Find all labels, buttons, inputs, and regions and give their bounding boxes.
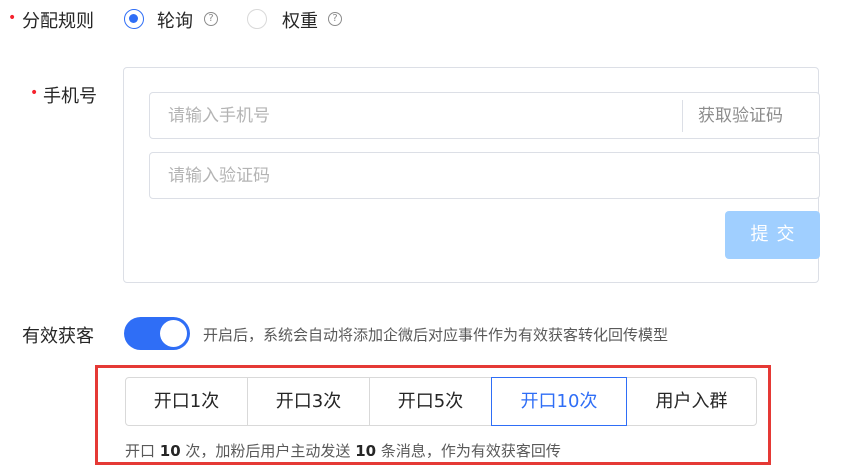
distribution-rule-label: 分配规则 [22,11,94,32]
radio-weight[interactable] [247,9,267,29]
phone-input-placeholder: 请输入手机号 [168,106,270,126]
help-icon[interactable]: ? [204,12,218,26]
switch-knob [160,320,187,347]
valid-lead-label: 有效获客 [22,326,94,347]
get-code-button[interactable]: 获取验证码 [698,93,783,139]
segment-speak-3[interactable]: 开口3次 [247,377,370,426]
code-input-placeholder: 请输入验证码 [168,166,270,186]
help-icon[interactable]: ? [328,12,342,26]
segment-speak-1[interactable]: 开口1次 [125,377,248,426]
required-mark: • [30,85,39,101]
required-mark: • [8,10,17,26]
segment-note-part: 开口 [125,442,160,460]
phone-input[interactable]: 请输入手机号 获取验证码 [149,92,820,139]
segment-speak-5[interactable]: 开口5次 [369,377,492,426]
valid-lead-switch[interactable] [124,317,190,350]
segment-note-count: 10 [355,442,377,460]
segment-note: 开口 10 次，加粉后用户主动发送 10 条消息，作为有效获客回传 [125,440,561,461]
valid-lead-hint: 开启后，系统会自动将添加企微后对应事件作为有效获客转化回传模型 [203,326,669,344]
submit-button[interactable]: 提交 [725,211,820,259]
radio-round-robin-label[interactable]: 轮询 [157,7,193,33]
phone-label: 手机号 [43,86,97,107]
segment-note-part: 次，加粉后用户主动发送 [180,442,356,460]
input-divider [682,100,683,132]
segment-note-part: 条消息，作为有效获客回传 [376,442,561,460]
segment-note-count: 10 [159,442,181,460]
segment-join-group[interactable]: 用户入群 [626,377,757,426]
radio-weight-label[interactable]: 权重 [282,7,318,33]
code-input[interactable]: 请输入验证码 [149,152,820,199]
segment-speak-10[interactable]: 开口10次 [491,377,627,426]
radio-round-robin[interactable] [124,9,144,29]
